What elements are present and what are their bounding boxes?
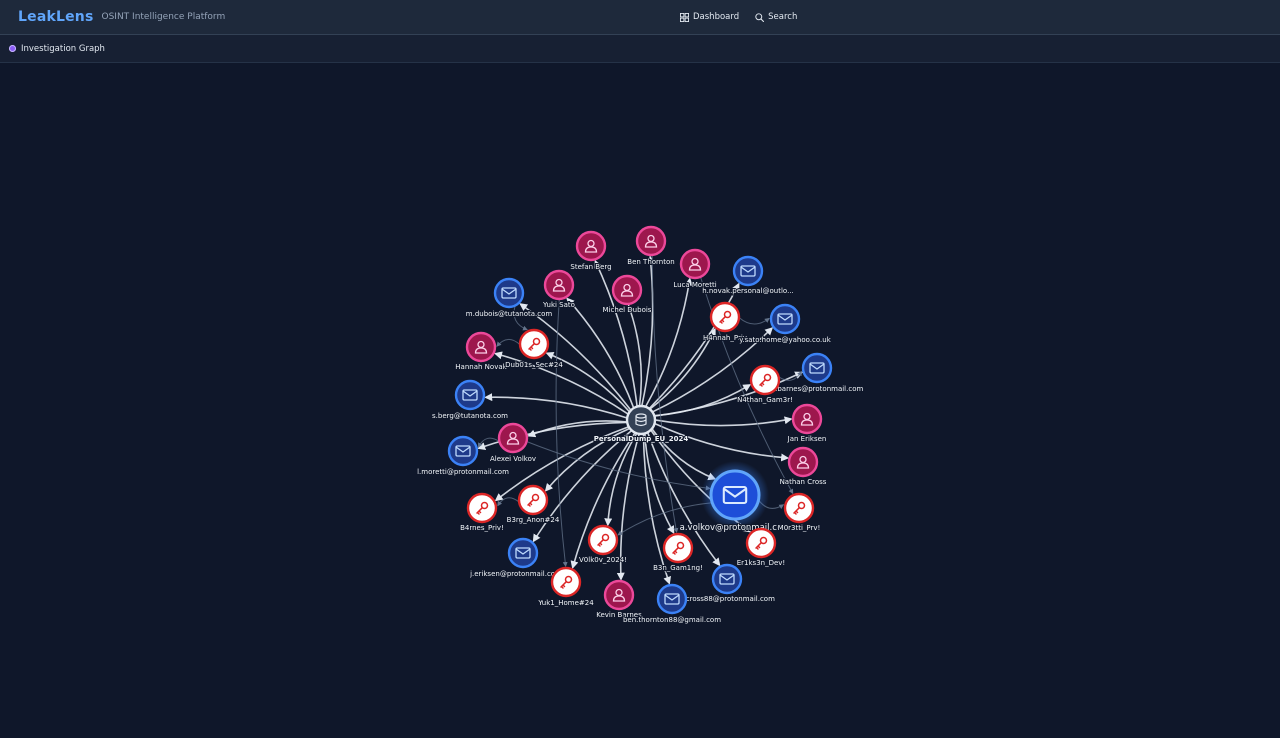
graph-node-label: Alexei Volkov <box>490 455 536 463</box>
graph-node-label: Dub01s_Sec#24 <box>505 361 563 369</box>
graph-node-label: n.cross88@protonmail.com <box>679 595 775 603</box>
graph-node-label: Er1ks3n_Dev! <box>737 559 786 567</box>
graph-node-circle[interactable] <box>493 277 525 309</box>
graph-edge <box>640 255 655 407</box>
nav-dashboard[interactable]: Dashboard <box>680 12 739 22</box>
nav-dashboard-label: Dashboard <box>693 12 740 22</box>
graph-node-person[interactable]: Stefan Berg <box>569 230 613 272</box>
graph-node-label: m.dubois@tutanota.com <box>466 310 553 318</box>
graph-canvas[interactable]: PersonalDump_EU_2024 Stefan Berg Ben Thorn… <box>0 62 1280 734</box>
graph-node-circle[interactable] <box>625 404 657 436</box>
graph-node-label: Hannah Novak <box>455 363 507 371</box>
graph-node-circle[interactable] <box>732 255 764 287</box>
graph-node-label: B3rg_Anon#24 <box>507 516 560 524</box>
graph-node-label: PersonalDump_EU_2024 <box>594 435 689 443</box>
top-bar: LeakLens OSINT Intelligence Platform Das… <box>0 0 1280 35</box>
graph-node-person[interactable]: Ben Thornton <box>626 225 676 267</box>
view-header: Investigation Graph <box>0 35 1280 63</box>
graph-nodes: PersonalDump_EU_2024 Stefan Berg Ben Thorn… <box>416 225 864 625</box>
main-nav: Dashboard Search <box>680 0 797 34</box>
graph-node-label: Stefan Berg <box>570 263 611 271</box>
graph-node-password[interactable]: B3rg_Anon#24 <box>506 484 561 525</box>
view-title: Investigation Graph <box>21 43 105 54</box>
graph-node-email[interactable]: n.barnes@protonmail.com <box>770 352 864 394</box>
graph-edge <box>654 416 793 427</box>
graph-node-label: s.berg@tutanota.com <box>432 412 508 420</box>
graph-node-circle[interactable] <box>769 303 801 335</box>
graph-node-label: Yuki Sato <box>542 301 575 309</box>
graph-node-password[interactable]: Dub01s_Sec#24 <box>504 328 564 370</box>
graph-edge <box>566 297 635 409</box>
graph-node-person[interactable]: Nathan Cross <box>779 446 828 487</box>
graph-node-person[interactable]: Kevin Barnes <box>595 579 643 620</box>
graph-node-circle[interactable] <box>447 435 479 467</box>
graph-node-email[interactable]: s.berg@tutanota.com <box>431 379 509 421</box>
graph-node-circle[interactable] <box>709 469 761 521</box>
graph-node-label: Nathan Cross <box>780 478 827 486</box>
graph-node-circle[interactable] <box>711 563 743 595</box>
graph-node-label: n.barnes@protonmail.com <box>771 385 864 393</box>
brand-logo[interactable]: LeakLens <box>18 9 94 25</box>
graph-node-email[interactable]: m.dubois@tutanota.com <box>465 277 553 319</box>
graph-node-email[interactable]: j.eriksen@protonmail.com <box>468 537 563 579</box>
graph-node-email[interactable]: ben.thornton88@gmail.com <box>622 583 722 625</box>
graph-edge <box>778 370 802 381</box>
graph-node-email[interactable]: y.sato.home@yahoo.co.uk <box>738 303 833 345</box>
graph-node-email[interactable]: h.novak.personal@outlo... <box>701 255 795 296</box>
graph-edge <box>738 317 770 325</box>
graph-node-label: V0lk0v_2024! <box>579 556 627 564</box>
graph-node-person[interactable]: Yuki Sato <box>541 269 576 310</box>
graph-node-person[interactable]: Jan Eriksen <box>786 403 827 444</box>
graph-node-label: Yuk1_Home#24 <box>537 599 594 607</box>
graph-node-label: N4than_Gam3r! <box>737 396 793 404</box>
graph-edge <box>654 384 752 417</box>
graph-node-label: a.volkov@protonmail.com <box>680 523 791 533</box>
graph-node-circle[interactable] <box>656 583 688 615</box>
graph-node-password[interactable]: M0r3tti_Prv! <box>777 492 821 533</box>
graph-node-email[interactable]: a.volkov@protonmail.com <box>679 461 791 534</box>
graph-node-label: B3n_Gam1ng! <box>653 564 703 572</box>
graph-node-label: B4rnes_Priv! <box>460 524 504 532</box>
nav-search-label: Search <box>768 12 798 22</box>
graph-node-label: j.eriksen@protonmail.com <box>469 570 562 578</box>
graph-node-label: ben.thornton88@gmail.com <box>623 616 721 624</box>
graph-node-label: M0r3tti_Prv! <box>778 524 821 532</box>
graph-node-label: Ben Thornton <box>627 258 674 266</box>
graph-node-password[interactable]: V0lk0v_2024! <box>578 524 628 565</box>
graph-icon <box>9 45 16 52</box>
graph-edge <box>496 338 521 347</box>
graph-node-label: y.sato.home@yahoo.co.uk <box>739 336 831 344</box>
graph-node-person[interactable]: Alexei Volkov <box>489 422 537 464</box>
graph-node-circle[interactable] <box>507 537 539 569</box>
graph-node-password[interactable]: Er1ks3n_Dev! <box>736 527 786 568</box>
graph-node-person[interactable]: Luca Moretti <box>672 248 718 290</box>
graph-node-circle[interactable] <box>454 379 486 411</box>
graph-node-person[interactable]: Hannah Novak <box>454 331 509 372</box>
dashboard-icon <box>680 12 689 22</box>
investigation-graph[interactable]: PersonalDump_EU_2024 Stefan Berg Ben Thorn… <box>0 62 1280 734</box>
graph-node-label: h.novak.personal@outlo... <box>702 287 794 295</box>
graph-edge <box>497 497 520 507</box>
search-icon <box>755 12 765 22</box>
graph-node-label: l.moretti@protonmail.com <box>417 468 509 476</box>
graph-node-circle[interactable] <box>801 352 833 384</box>
graph-node-label: Jan Eriksen <box>787 435 827 443</box>
graph-node-label: Michel Dubois <box>603 306 652 314</box>
brand-tagline: OSINT Intelligence Platform <box>101 12 226 22</box>
nav-search[interactable]: Search <box>755 12 797 22</box>
